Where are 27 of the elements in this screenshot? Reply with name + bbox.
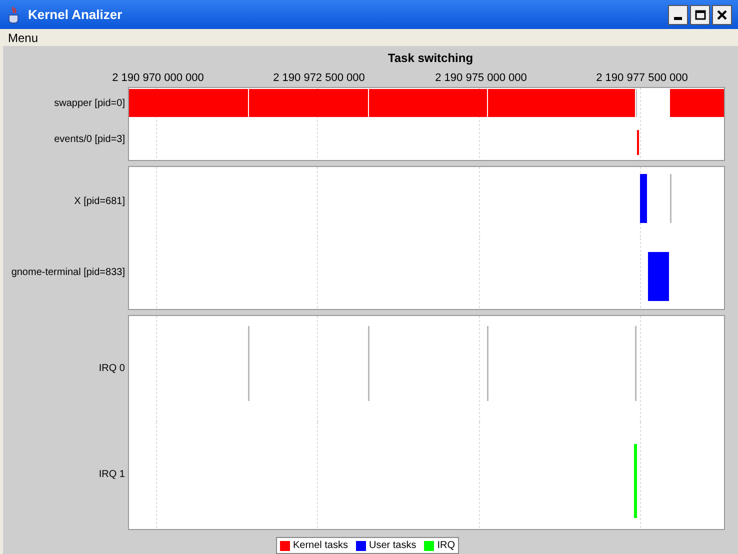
task-label: swapper [pid=0] [54, 96, 125, 110]
chart-title: Task switching [386, 50, 474, 67]
maximize-button[interactable] [690, 4, 710, 24]
switch-marker [636, 89, 637, 117]
axis-tick-label: 2 190 977 500 000 [596, 71, 688, 86]
window-title: Kernel Analizer [28, 6, 124, 24]
axis-tick-label: 2 190 970 000 000 [112, 71, 204, 86]
task-bar [648, 252, 669, 301]
task-label: IRQ 1 [98, 468, 125, 482]
switch-marker [670, 174, 672, 223]
task-label: IRQ 0 [98, 362, 125, 376]
axis-tick-label: 2 190 975 000 000 [435, 71, 527, 86]
close-icon [717, 10, 727, 20]
menu-item[interactable]: Menu [8, 28, 38, 46]
task-label: gnome-terminal [pid=833] [11, 266, 125, 280]
minimize-icon [674, 16, 682, 20]
legend-label: User tasks [369, 539, 416, 553]
task-bar [640, 174, 647, 223]
maximize-icon [694, 10, 706, 20]
close-button[interactable] [712, 4, 732, 24]
task-bar [670, 89, 724, 117]
minimize-button[interactable] [668, 4, 688, 24]
legend-label: Kernel tasks [292, 539, 348, 553]
task-label: events/0 [pid=3] [54, 132, 125, 146]
task-label: X [pid=681] [74, 195, 125, 209]
axis-tick-label: 2 190 972 500 000 [273, 71, 365, 86]
legend-label: IRQ [437, 539, 456, 553]
